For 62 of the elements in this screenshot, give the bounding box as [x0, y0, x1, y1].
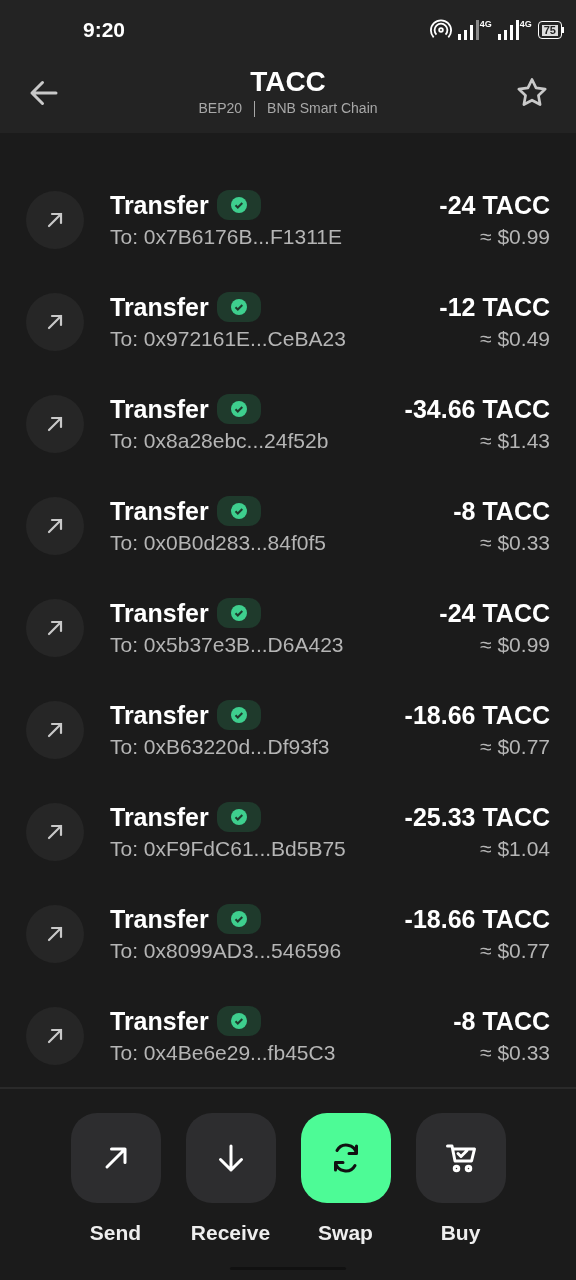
recipient-address: To: 0x8099AD3...546596 [110, 938, 343, 964]
send-button[interactable] [70, 1113, 161, 1203]
battery-icon: 75 [537, 21, 564, 39]
recipient-address: To: 0xB63220d...Df93f3 [110, 734, 331, 760]
transaction-type: Transfer [110, 292, 209, 322]
action-label: Swap [318, 1220, 373, 1246]
action-label: Receive [190, 1220, 271, 1246]
network-type: 4G [479, 20, 492, 29]
transaction-row[interactable]: Transfer To: 0x5b37e3B...D6A423 -24 TACC ≈ $0.99 [0, 577, 576, 679]
recipient-address: To: 0x7B6176B...F1311E [110, 224, 343, 250]
action-label: Send [89, 1220, 142, 1246]
transaction-row[interactable]: Transfer To: 0x7B6176B...F1311E -24 TACC ≈ $0.99 [0, 169, 576, 271]
action-label: Buy [440, 1220, 481, 1246]
token-amount: -18.66 TACC [404, 904, 550, 934]
fiat-value: ≈ $0.77 [480, 734, 550, 760]
transaction-row[interactable]: Transfer To: 0xB63220d...Df93f3 -18.66 TACC ≈ $0.77 [0, 679, 576, 781]
transaction-type: Transfer [110, 190, 209, 220]
token-amount: -8 TACC [453, 1006, 550, 1036]
token-standard: BEP20 [198, 99, 243, 118]
transaction-type: Transfer [110, 598, 209, 628]
token-amount: -8 TACC [453, 496, 550, 526]
signal-icon [457, 20, 480, 40]
fiat-value: ≈ $0.33 [480, 1040, 550, 1066]
receive-button[interactable] [185, 1113, 276, 1203]
fiat-value: ≈ $1.04 [480, 836, 550, 862]
token-amount: -25.33 TACC [404, 802, 550, 832]
recipient-address: To: 0x0B0d283...84f0f5 [110, 530, 327, 556]
fiat-value: ≈ $0.99 [480, 224, 550, 250]
network-type: 4G [519, 20, 532, 29]
recipient-address: To: 0x8a28ebc...24f52b [110, 428, 330, 454]
recipient-address: To: 0x4Be6e29...fb45C3 [110, 1040, 337, 1066]
token-amount: -24 TACC [439, 598, 550, 628]
transaction-row[interactable]: Transfer To: 0x8099AD3...546596 -18.66 TACC ≈ $0.77 [0, 883, 576, 985]
buy-button[interactable] [415, 1113, 506, 1203]
fiat-value: ≈ $0.33 [480, 530, 550, 556]
transaction-type: Transfer [110, 496, 209, 526]
transaction-type: Transfer [110, 700, 209, 730]
transaction-type: Transfer [110, 394, 209, 424]
fiat-value: ≈ $1.43 [480, 428, 550, 454]
token-amount: -24 TACC [439, 190, 550, 220]
transaction-type: Transfer [110, 1006, 209, 1036]
fiat-value: ≈ $0.49 [480, 326, 550, 352]
token-amount: -18.66 TACC [404, 700, 550, 730]
token-amount: -34.66 TACC [404, 394, 550, 424]
recipient-address: To: 0x972161E...CeBA23 [110, 326, 347, 352]
token-amount: -12 TACC [439, 292, 550, 322]
transaction-row[interactable]: Transfer To: 0x0B0d283...84f0f5 -8 TACC ≈ $0.33 [0, 475, 576, 577]
token-title: TACC [250, 66, 326, 98]
signal-icon [497, 20, 520, 40]
transaction-row[interactable]: Transfer To: 0xF9FdC61...Bd5B75 -25.33 TACC ≈ $1.04 [0, 781, 576, 883]
fiat-value: ≈ $0.99 [480, 632, 550, 658]
recipient-address: To: 0xF9FdC61...Bd5B75 [110, 836, 347, 862]
fiat-value: ≈ $0.77 [480, 938, 550, 964]
recipient-address: To: 0x5b37e3B...D6A423 [110, 632, 345, 658]
swap-button[interactable] [300, 1113, 391, 1203]
network-name: BNB Smart Chain [267, 99, 378, 118]
transaction-row[interactable]: Transfer To: 0x8a28ebc...24f52b -34.66 TACC ≈ $1.43 [0, 373, 576, 475]
transaction-row[interactable]: Transfer To: 0x972161E...CeBA23 -12 TACC ≈ $0.49 [0, 271, 576, 373]
transaction-type: Transfer [110, 802, 209, 832]
status-time: 9:20 [83, 17, 126, 44]
transaction-type: Transfer [110, 904, 209, 934]
transaction-row[interactable]: Transfer To: 0x4Be6e29...fb45C3 -8 TACC ≈ $0.33 [0, 985, 576, 1087]
